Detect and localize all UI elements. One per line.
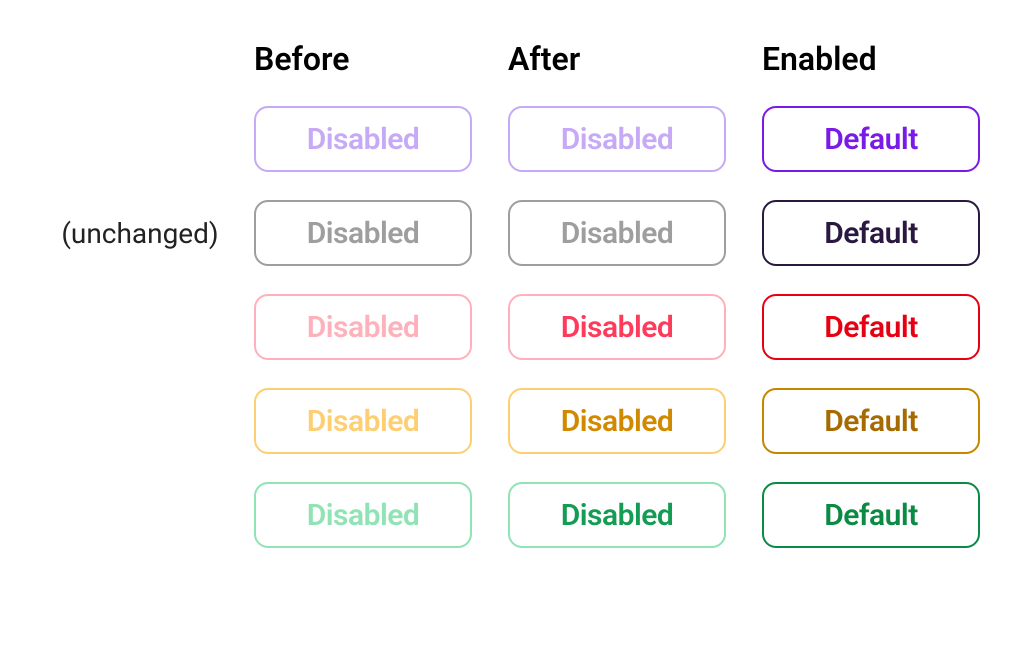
button-gray-enabled[interactable]: Default — [762, 200, 980, 266]
button-gray-before[interactable]: Disabled — [254, 200, 472, 266]
button-green-enabled[interactable]: Default — [762, 482, 980, 548]
column-header-before: Before — [254, 40, 494, 78]
header-spacer — [40, 59, 240, 60]
button-red-after[interactable]: Disabled — [508, 294, 726, 360]
button-green-after[interactable]: Disabled — [508, 482, 726, 548]
button-purple-enabled[interactable]: Default — [762, 106, 980, 172]
button-green-before[interactable]: Disabled — [254, 482, 472, 548]
button-gray-after[interactable]: Disabled — [508, 200, 726, 266]
button-orange-enabled[interactable]: Default — [762, 388, 980, 454]
button-purple-before[interactable]: Disabled — [254, 106, 472, 172]
button-orange-after[interactable]: Disabled — [508, 388, 726, 454]
comparison-grid: Before After Enabled Disabled Disabled D… — [40, 40, 984, 548]
button-purple-after[interactable]: Disabled — [508, 106, 726, 172]
button-red-before[interactable]: Disabled — [254, 294, 472, 360]
button-red-enabled[interactable]: Default — [762, 294, 980, 360]
column-header-after: After — [508, 40, 748, 78]
row-label-gray: (unchanged) — [40, 217, 240, 250]
button-orange-before[interactable]: Disabled — [254, 388, 472, 454]
column-header-enabled: Enabled — [762, 40, 1002, 78]
